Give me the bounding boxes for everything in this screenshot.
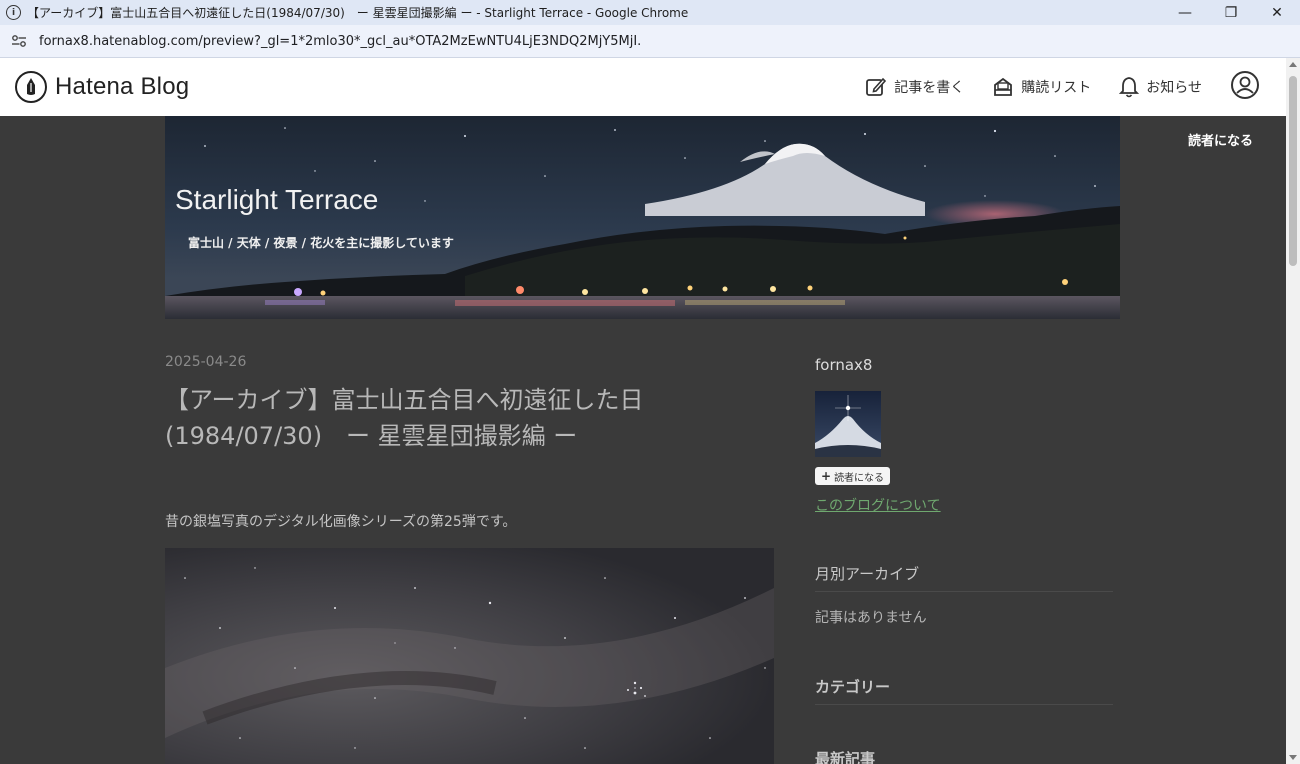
- sidebar-follow-button[interactable]: + 読者になる: [815, 467, 891, 485]
- restore-icon: ❐: [1224, 4, 1238, 21]
- scrollbar-thumb[interactable]: [1289, 76, 1297, 266]
- profile-name[interactable]: fornax8: [815, 356, 872, 374]
- entry-photo[interactable]: [165, 548, 774, 764]
- category-heading: カテゴリー: [815, 678, 891, 696]
- profile-avatar[interactable]: [815, 391, 881, 457]
- user-icon: [1231, 71, 1259, 99]
- minimize-icon: —: [1178, 4, 1192, 21]
- page-scrollbar[interactable]: [1286, 58, 1300, 764]
- reading-list-link[interactable]: 購読リスト: [992, 76, 1091, 98]
- blog-description: 富士山 / 天体 / 夜景 / 花火を主に撮影しています: [188, 236, 454, 250]
- url-field[interactable]: fornax8.hatenablog.com/preview?_gl=1*2ml…: [39, 34, 641, 49]
- hatena-global-header: Hatena Blog 記事を書く 購読リスト お知らせ: [0, 58, 1286, 116]
- blog-header-image[interactable]: [165, 116, 1120, 319]
- user-menu-button[interactable]: [1230, 70, 1260, 104]
- scroll-down-icon[interactable]: [1289, 755, 1297, 760]
- reading-list-label: 購読リスト: [1021, 80, 1092, 96]
- window-controls: — ❐ ✕: [1162, 0, 1300, 25]
- close-icon: ✕: [1271, 4, 1283, 21]
- hatena-blog-logo[interactable]: Hatena Blog: [15, 71, 189, 103]
- edit-icon: [866, 77, 887, 96]
- entry-intro-text: 昔の銀塩写真のデジタル化画像シリーズの第25弾です。: [165, 514, 517, 530]
- address-bar: fornax8.hatenablog.com/preview?_gl=1*2ml…: [0, 25, 1300, 58]
- write-entry-label: 記事を書く: [894, 80, 965, 96]
- write-entry-link[interactable]: 記事を書く: [865, 76, 964, 98]
- subscribe-button[interactable]: 読者になる: [1188, 130, 1253, 149]
- restore-button[interactable]: ❐: [1208, 0, 1254, 25]
- sidebar-follow-label: 読者になる: [834, 472, 885, 484]
- browser-titlebar: i 【アーカイブ】富士山五合目へ初遠征した日(1984/07/30) ー 星雲星…: [0, 0, 1300, 25]
- recent-entries-heading: 最新記事: [815, 750, 876, 764]
- about-blog-link[interactable]: このブログについて: [815, 495, 941, 515]
- site-info-icon[interactable]: [9, 34, 29, 48]
- inbox-icon: [994, 77, 1013, 96]
- hatena-nav: 記事を書く 購読リスト お知らせ: [865, 58, 1286, 116]
- blog-title[interactable]: Starlight Terrace: [175, 184, 378, 216]
- category-divider: [815, 704, 1113, 705]
- entry-title[interactable]: 【アーカイブ】富士山五合目へ初遠征した日(1984/07/30) ー 星雲星団撮…: [165, 382, 785, 454]
- page-favicon-icon: i: [6, 5, 21, 20]
- scroll-up-icon[interactable]: [1289, 62, 1297, 67]
- entry-date[interactable]: 2025-04-26: [165, 354, 246, 370]
- minimize-button[interactable]: —: [1162, 0, 1208, 25]
- archive-divider: [815, 591, 1113, 592]
- archive-heading: 月別アーカイブ: [815, 565, 920, 583]
- hatena-pen-icon: [15, 71, 47, 103]
- bell-icon: [1119, 77, 1140, 98]
- plus-icon: +: [821, 469, 832, 483]
- logo-text: Hatena Blog: [55, 73, 190, 100]
- close-window-button[interactable]: ✕: [1254, 0, 1300, 25]
- notifications-link[interactable]: お知らせ: [1119, 76, 1202, 98]
- notifications-label: お知らせ: [1146, 80, 1202, 96]
- page-viewport: Hatena Blog 記事を書く 購読リスト お知らせ Starlight T…: [0, 58, 1286, 764]
- archive-empty-text: 記事はありません: [815, 610, 927, 626]
- window-title: 【アーカイブ】富士山五合目へ初遠征した日(1984/07/30) ー 星雲星団撮…: [27, 6, 689, 20]
